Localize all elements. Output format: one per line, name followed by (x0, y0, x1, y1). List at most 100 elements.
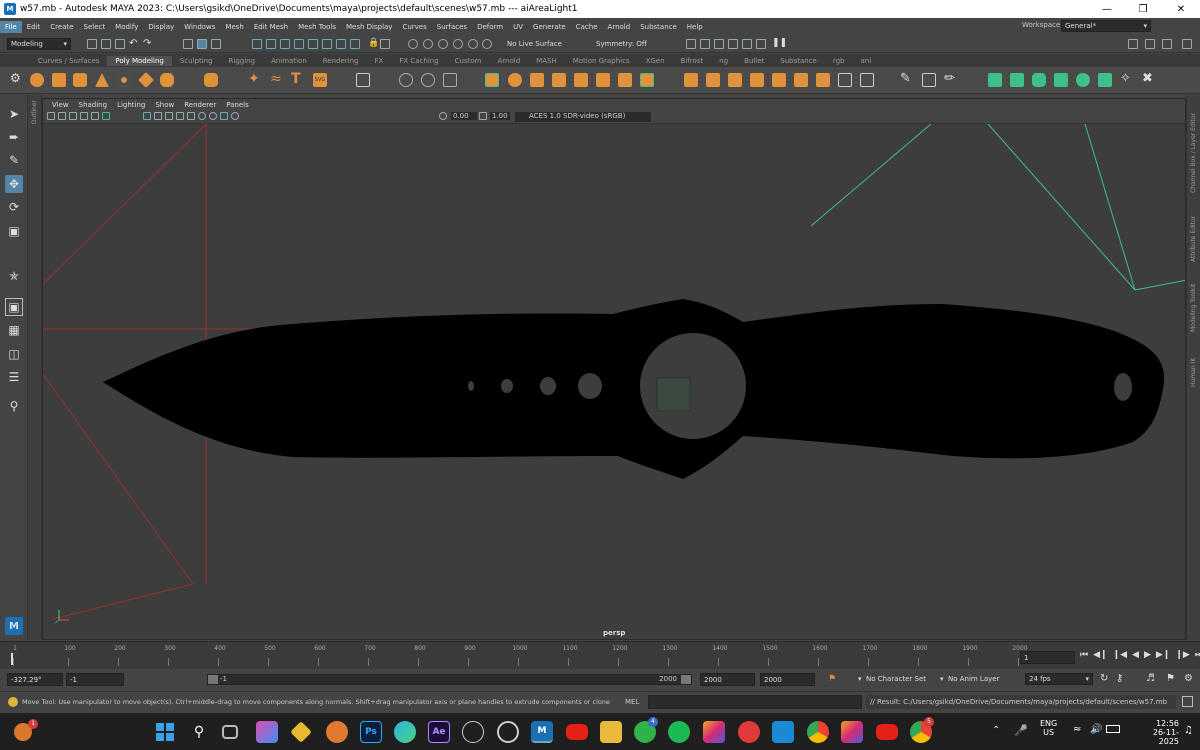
combine-icon[interactable] (399, 73, 413, 87)
outliner-strip[interactable]: Outliner (28, 95, 42, 640)
collapse-icon[interactable] (816, 73, 830, 87)
menu-deform[interactable]: Deform (472, 21, 508, 33)
edge-icon[interactable] (394, 721, 416, 743)
menu-display[interactable]: Display (143, 21, 179, 33)
redo-icon[interactable]: ↷ (143, 38, 151, 49)
shelf-tab-ng[interactable]: ng (711, 56, 736, 66)
xray-icon[interactable] (220, 112, 228, 120)
snap-grid-icon[interactable] (252, 39, 262, 49)
modeling-toolkit-tab[interactable]: Modeling Toolkit (1190, 277, 1197, 332)
new-scene-icon[interactable] (87, 39, 97, 49)
green-shape3-icon[interactable] (1032, 73, 1046, 87)
menu-select[interactable]: Select (79, 21, 111, 33)
sculpt-brush-icon[interactable]: ✏ (944, 71, 958, 86)
fps-select[interactable]: 24 fps ▾ (1025, 673, 1093, 685)
exposure-field[interactable]: 0.00 (451, 112, 477, 120)
grid-toggle-icon[interactable] (102, 112, 110, 120)
connect-icon[interactable] (794, 73, 808, 87)
script-editor-icon[interactable] (1182, 696, 1193, 707)
play-forward-icon[interactable]: ▶ (1144, 650, 1151, 660)
two-view-icon[interactable]: ◫ (5, 345, 23, 363)
after-effects-icon[interactable]: Ae (428, 721, 450, 743)
sound-icon[interactable]: ♬ (1146, 673, 1155, 684)
open-scene-icon[interactable] (101, 39, 111, 49)
poly-cylinder-icon[interactable] (73, 73, 87, 87)
delete-edge-icon[interactable] (860, 73, 874, 87)
snap-pivot-icon[interactable] (336, 39, 346, 49)
modeling-toolkit-toggle-icon[interactable] (1182, 39, 1192, 49)
fill-hole-icon[interactable] (596, 73, 610, 87)
key-icon[interactable]: ⚷ (1116, 673, 1123, 684)
bookmark-icon[interactable] (69, 112, 77, 120)
shelf-tab-rigging[interactable]: Rigging (221, 56, 264, 66)
current-time-marker[interactable] (11, 653, 13, 665)
task-view-icon[interactable] (222, 725, 238, 739)
workspace-select[interactable]: General* ▾ (1061, 20, 1151, 32)
menu-mesh[interactable]: Mesh (220, 21, 248, 33)
spotify-icon[interactable] (668, 721, 690, 743)
menu-help[interactable]: Help (682, 21, 708, 33)
render-frame-icon[interactable] (423, 39, 433, 49)
menu-mesh-tools[interactable]: Mesh Tools (293, 21, 341, 33)
tray-chevron-icon[interactable]: ⌃ (992, 725, 1000, 736)
pause-icon[interactable]: ❚❚ (772, 38, 787, 48)
bevel-icon[interactable] (485, 73, 499, 87)
shelf-tab-fx-caching[interactable]: FX Caching (391, 56, 446, 66)
shelf-tab-rendering[interactable]: Rendering (315, 56, 367, 66)
move-tool-icon[interactable]: ✥ (5, 175, 23, 193)
connect-app-icon[interactable] (462, 721, 484, 743)
snap-view-icon[interactable] (294, 39, 304, 49)
poly-cone-icon[interactable] (95, 73, 109, 87)
shelf-tab-mash[interactable]: MASH (528, 56, 565, 66)
outliner-label[interactable]: Outliner (31, 100, 38, 124)
separate-icon[interactable] (421, 73, 435, 87)
file-explorer-icon[interactable] (600, 721, 622, 743)
outliner-view-icon[interactable]: ☰ (5, 368, 23, 386)
shelf-tab-poly-modeling[interactable]: Poly Modeling (107, 55, 172, 66)
extract-icon[interactable] (552, 73, 566, 87)
wire-on-shaded-icon[interactable] (165, 112, 173, 120)
symmetry-label[interactable]: Symmetry: Off (596, 40, 647, 48)
range-handle-end[interactable] (681, 675, 691, 684)
boolean-icon[interactable] (508, 73, 522, 87)
render-setup-icon[interactable] (482, 39, 492, 49)
smooth-icon[interactable] (443, 73, 457, 87)
four-view-icon[interactable]: ▦ (5, 321, 23, 339)
poly-plane-icon[interactable] (138, 72, 154, 88)
shelf-tab-arnold[interactable]: Arnold (490, 56, 529, 66)
go-to-end-icon[interactable]: ⏭ (1195, 650, 1200, 660)
select-tool-icon[interactable]: ➤ (5, 105, 23, 123)
viewport-panel[interactable]: View Shading Lighting Show Renderer Panels 0.… (42, 98, 1186, 640)
menu-windows[interactable]: Windows (179, 21, 220, 33)
extrude-icon[interactable] (684, 73, 698, 87)
grid-layout-icon[interactable] (700, 39, 710, 49)
menu-edit[interactable]: Edit (22, 21, 46, 33)
bridge-icon[interactable] (574, 73, 588, 87)
menu-modify[interactable]: Modify (110, 21, 143, 33)
camera-lock-icon[interactable] (58, 112, 66, 120)
language-indicator[interactable]: ENG US (1040, 719, 1057, 737)
play-back-icon[interactable]: ◀ (1132, 650, 1139, 660)
start-time-field[interactable]: -1 (66, 673, 124, 686)
youtube-icon[interactable] (566, 724, 588, 740)
menu-surfaces[interactable]: Surfaces (432, 21, 472, 33)
mode-select[interactable]: Modeling ▾ (7, 38, 71, 50)
shelf-tab-xgen[interactable]: XGen (638, 56, 673, 66)
menu-uv[interactable]: UV (508, 21, 528, 33)
single-view-icon[interactable]: ▣ (5, 298, 23, 316)
anim-layer-select[interactable]: ▾ No Anim Layer (940, 675, 999, 683)
isolate-select-icon[interactable] (231, 112, 239, 120)
soft-select-icon[interactable]: ✎ (900, 71, 914, 86)
chrome-icon[interactable] (807, 721, 829, 743)
menu-cache[interactable]: Cache (571, 21, 603, 33)
shelf-tab-ani[interactable]: ani (853, 56, 880, 66)
sketch-app-icon[interactable] (290, 721, 312, 743)
hypershade-icon[interactable] (468, 39, 478, 49)
panel-menu-lighting[interactable]: Lighting (112, 101, 150, 109)
shelf-tab-bullet[interactable]: Bullet (736, 56, 772, 66)
close-icon[interactable]: ✕ (1164, 0, 1198, 18)
paint-select-icon[interactable]: ✎ (5, 151, 23, 169)
search-icon[interactable]: ⚲ (188, 721, 210, 743)
blender-icon[interactable] (326, 721, 348, 743)
mirror-icon[interactable] (530, 73, 544, 87)
